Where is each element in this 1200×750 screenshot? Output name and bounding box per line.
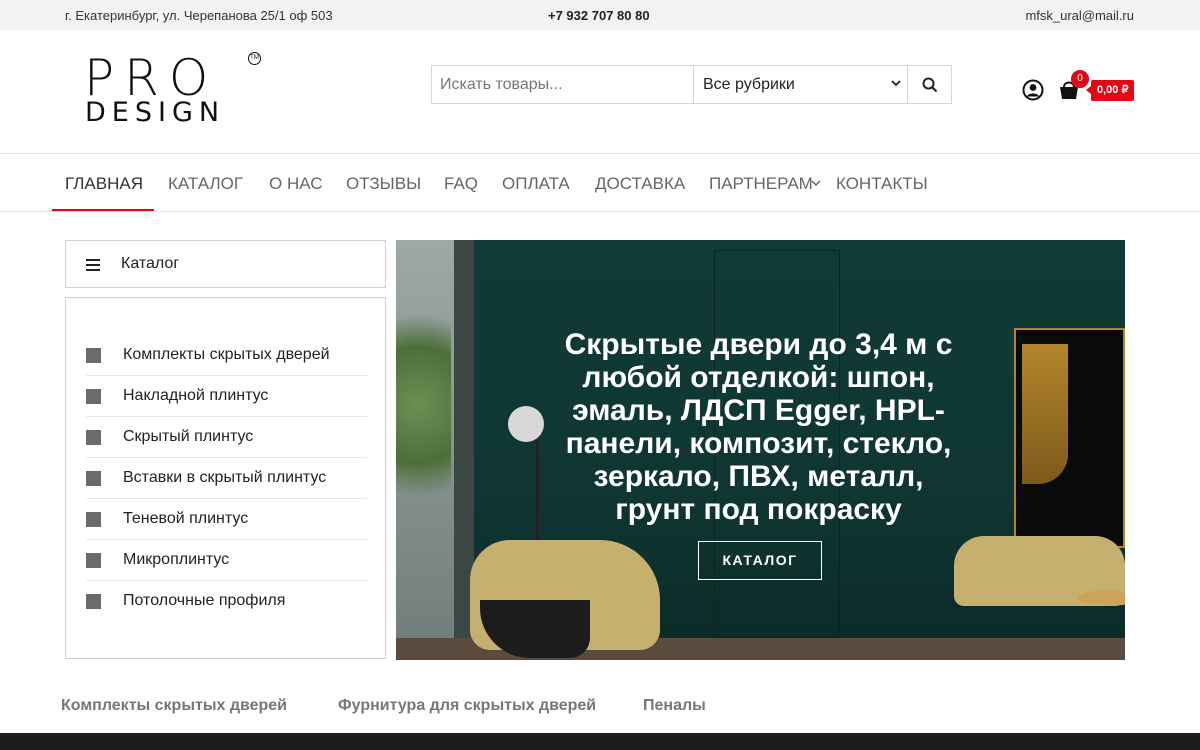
nav-item-faq[interactable]: FAQ [444, 174, 478, 194]
catalog-item[interactable]: Микроплинтус [86, 540, 367, 581]
chevron-down-icon[interactable] [811, 178, 821, 188]
user-account-icon[interactable] [1022, 79, 1044, 101]
header: PRO DESIGN TM Все рубрики 0 0,00 ₽ [0, 30, 1200, 154]
catalog-item-label: Теневой плинтус [123, 510, 249, 527]
logo[interactable]: PRO DESIGN TM [84, 52, 264, 132]
banner-headline: Скрытые двери до 3,4 м с любой отделкой:… [564, 328, 953, 526]
catalog-item[interactable]: Вставки в скрытый плинтус [86, 458, 367, 499]
dark-section-strip [0, 733, 1200, 750]
tab-hidden-door-kits[interactable]: Комплекты скрытых дверей [61, 697, 287, 715]
tab-pencil-cases[interactable]: Пеналы [643, 697, 706, 715]
phone-link[interactable]: +7 932 707 80 80 [548, 8, 650, 23]
square-bullet-icon [86, 512, 101, 527]
category-tabs: Комплекты скрытых дверей Фурнитура для с… [0, 690, 1200, 725]
search-bar: Все рубрики [431, 65, 952, 104]
catalog-item[interactable]: Потолочные профиля [86, 581, 367, 622]
catalog-item-label: Микроплинтус [123, 551, 230, 568]
hero-banner: Скрытые двери до 3,4 м с любой отделкой:… [396, 240, 1125, 660]
banner-lamp [508, 406, 544, 442]
search-icon [922, 77, 937, 92]
nav-item-catalog[interactable]: КАТАЛОГ [168, 174, 243, 194]
catalog-item-label: Накладной плинтус [123, 387, 269, 404]
catalog-item-label: Скрытый плинтус [123, 428, 254, 445]
square-bullet-icon [86, 471, 101, 486]
nav-item-partners[interactable]: ПАРТНЕРАМ [709, 174, 813, 194]
trademark-mark: TM [248, 52, 261, 65]
address-text: г. Екатеринбург, ул. Черепанова 25/1 оф … [65, 8, 333, 23]
cart-total-badge[interactable]: 0,00 ₽ [1085, 80, 1135, 101]
square-bullet-icon [86, 430, 101, 445]
square-bullet-icon [86, 553, 101, 568]
main-nav: ГЛАВНАЯ КАТАЛОГ О НАС ОТЗЫВЫ FAQ ОПЛАТА … [0, 155, 1200, 212]
catalog-item[interactable]: Теневой плинтус [86, 499, 367, 540]
menu-icon [86, 259, 100, 271]
nav-item-contacts[interactable]: КОНТАКТЫ [836, 174, 928, 194]
banner-artwork [1014, 328, 1125, 548]
banner-catalog-button[interactable]: КАТАЛОГ [698, 541, 822, 580]
catalog-item[interactable]: Комплекты скрытых дверей [86, 335, 367, 376]
catalog-item[interactable]: Накладной плинтус [86, 376, 367, 417]
search-button[interactable] [907, 66, 951, 103]
square-bullet-icon [86, 389, 101, 404]
category-select-value: Все рубрики [702, 76, 795, 93]
square-bullet-icon [86, 594, 101, 609]
catalog-title: Каталог [121, 255, 180, 272]
nav-item-home[interactable]: ГЛАВНАЯ [65, 174, 143, 194]
catalog-toggle[interactable]: Каталог [65, 240, 386, 288]
catalog-item[interactable]: Скрытый плинтус [86, 417, 367, 458]
nav-item-payment[interactable]: ОПЛАТА [502, 174, 570, 194]
logo-design: DESIGN [85, 97, 226, 128]
tab-hidden-door-hardware[interactable]: Фурнитура для скрытых дверей [338, 697, 596, 715]
chevron-down-icon [891, 80, 901, 87]
banner-plant [396, 280, 451, 530]
catalog-list: Комплекты скрытых дверей Накладной плинт… [65, 297, 386, 659]
square-bullet-icon [86, 348, 101, 363]
top-bar: г. Екатеринбург, ул. Черепанова 25/1 оф … [0, 0, 1200, 30]
catalog-item-label: Комплекты скрытых дверей [123, 346, 330, 363]
nav-item-about[interactable]: О НАС [269, 174, 322, 194]
nav-item-delivery[interactable]: ДОСТАВКА [595, 174, 685, 194]
active-nav-indicator [52, 209, 154, 211]
category-select[interactable]: Все рубрики [692, 66, 907, 103]
catalog-item-label: Вставки в скрытый плинтус [123, 469, 327, 486]
email-link[interactable]: mfsk_ural@mail.ru [1025, 8, 1134, 23]
nav-item-reviews[interactable]: ОТЗЫВЫ [346, 174, 421, 194]
catalog-item-label: Потолочные профиля [123, 592, 286, 609]
search-input[interactable] [432, 66, 693, 103]
